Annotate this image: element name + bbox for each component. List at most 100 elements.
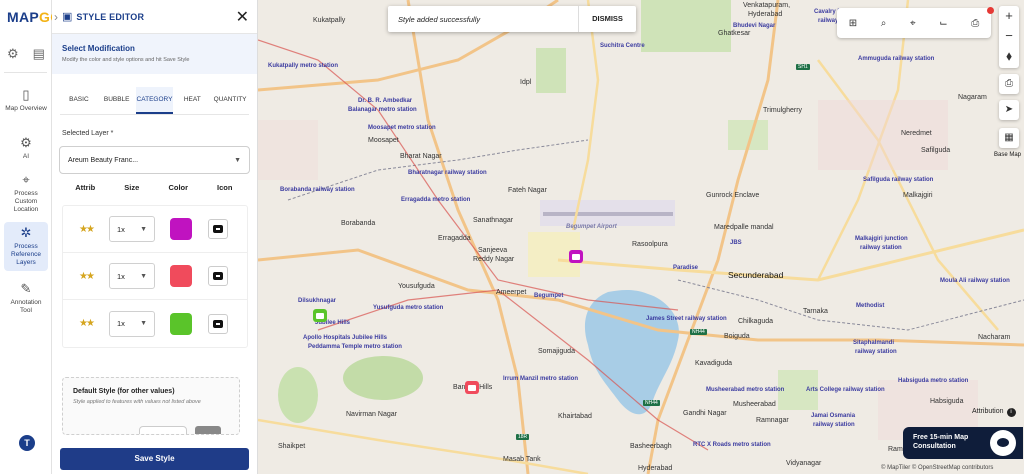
- rail-item-map-overview[interactable]: ▯ Map Overview: [4, 88, 48, 113]
- size-select[interactable]: 1x ▼: [109, 310, 155, 337]
- map-station-label: JBS: [730, 240, 742, 246]
- size-select[interactable]: 1x ▼: [109, 216, 155, 242]
- attribution[interactable]: Attribution i: [972, 408, 1016, 417]
- location-pin-icon: ⌖: [22, 172, 30, 187]
- tab-quantity[interactable]: QUANTITY: [211, 87, 249, 114]
- default-style-box: Default Style (for other values) Style a…: [62, 377, 240, 435]
- map-place-label: Nacharam: [978, 334, 1011, 341]
- basemap-button[interactable]: ▦: [999, 128, 1019, 148]
- size-value: 1x: [117, 224, 125, 234]
- map-station-label: Dr. B. R. Ambedkar: [358, 98, 413, 104]
- map-station-label: Irrum Manzil metro station: [503, 376, 579, 382]
- color-swatch[interactable]: [170, 312, 192, 335]
- close-icon[interactable]: ✕: [236, 7, 249, 27]
- chevron-right-icon[interactable]: ›: [54, 10, 58, 24]
- store-marker-icon[interactable]: [313, 309, 327, 322]
- map-place-label: Malkajgiri: [903, 192, 933, 199]
- map-place-label: Rasoolpura: [632, 241, 668, 248]
- modification-box: Select Modification Modify the color and…: [52, 34, 257, 74]
- map-place-label: Borabanda: [341, 220, 376, 227]
- zoom-in-button[interactable]: +: [999, 6, 1019, 26]
- map-place-label: Fateh Nagar: [508, 187, 547, 194]
- store-icon[interactable]: [208, 313, 228, 334]
- rail-item-ai[interactable]: ⚙ AI: [4, 136, 48, 161]
- map-station-label: Ammuguda railway station: [858, 56, 935, 62]
- map-credit: © MapTiler © OpenStreetMap contributors: [881, 465, 994, 471]
- map-place-label: Sanathnagar: [473, 217, 514, 224]
- map-place-label: Tarnaka: [803, 308, 828, 315]
- map-station-label: Bhudevi Nagar: [733, 23, 776, 29]
- tab-bubble[interactable]: BUBBLE: [98, 87, 136, 114]
- zoom-out-button[interactable]: −: [999, 26, 1019, 46]
- default-size-select[interactable]: [139, 426, 187, 434]
- map-layers-icon[interactable]: ⊞: [849, 18, 857, 29]
- tab-category[interactable]: CATEGORY: [135, 87, 174, 114]
- panel-title: STYLE EDITOR: [76, 11, 145, 22]
- default-color-swatch[interactable]: [195, 426, 221, 434]
- map-canvas[interactable]: Kukatpally Moosapet Bharat Nagar Fateh Naga…: [258, 0, 1024, 474]
- map-place-label: Secunderabad: [728, 270, 784, 280]
- location-icon[interactable]: ⌖: [910, 18, 916, 29]
- map-place-label: Boiguda: [724, 333, 750, 340]
- map-station-label: railway station: [855, 349, 897, 355]
- store-marker-icon[interactable]: [569, 250, 583, 263]
- size-select[interactable]: 1x ▼: [109, 263, 155, 289]
- map-place-label: Nagaram: [958, 94, 987, 101]
- layers-gear-icon: ✲: [20, 225, 32, 240]
- rail-item-process-reference-layers[interactable]: ✲ Process Reference Layers: [4, 222, 48, 271]
- store-marker-icon[interactable]: [465, 381, 479, 394]
- search-icon[interactable]: ⌕: [881, 18, 887, 29]
- zoom-controls: + − ⬧: [999, 6, 1019, 68]
- map-place-label: Vidyanagar: [786, 460, 822, 467]
- map-station-label: Malkajgiri junction: [855, 236, 908, 242]
- print-icon[interactable]: ⎙: [971, 18, 979, 29]
- map-place-label: Ameerpet: [496, 289, 527, 296]
- attribution-label: Attribution: [972, 408, 1004, 415]
- panel-header: › ▣ STYLE EDITOR ✕: [52, 0, 257, 34]
- map-station-label: Begumpet: [534, 293, 564, 299]
- table-row: ★★ 1x ▼: [63, 206, 247, 253]
- map-place-label: Masab Tank: [503, 456, 541, 463]
- style-tabs: BASIC BUBBLE CATEGORY HEAT QUANTITY: [60, 87, 249, 115]
- map-place-label: Chilkaguda: [738, 318, 774, 325]
- store-icon[interactable]: [208, 219, 228, 239]
- dismiss-button[interactable]: DISMISS: [578, 6, 636, 32]
- color-swatch[interactable]: [170, 218, 192, 240]
- rail-item-label: Map Overview: [5, 105, 47, 112]
- layer-select[interactable]: Areum Beauty Franc... ▼: [59, 146, 250, 174]
- store-icon[interactable]: [208, 266, 228, 286]
- notes-icon[interactable]: ▤: [33, 46, 45, 62]
- map-place-label: Venkatapuram,: [743, 2, 791, 9]
- rail-item-process-custom-location[interactable]: ⌖ Process Custom Location: [4, 173, 48, 214]
- rail-item-annotation-tool[interactable]: ✎ Annotation Tool: [4, 282, 48, 315]
- gear-icon[interactable]: ⚙: [7, 46, 19, 62]
- map-place-label: Maredpalle mandal: [714, 224, 774, 231]
- size-value: 1x: [117, 271, 125, 281]
- default-style-subtext: Style applied to features with values no…: [73, 399, 201, 405]
- map-place-label: Somajiguda: [538, 348, 575, 355]
- navigate-icon[interactable]: ➤: [999, 100, 1019, 120]
- print-button[interactable]: ⎙: [999, 74, 1019, 94]
- avatar[interactable]: T: [19, 435, 35, 451]
- map-place-label: Habsiguda: [930, 398, 964, 405]
- layer-select-value: Areum Beauty Franc...: [68, 156, 139, 164]
- save-style-button[interactable]: Save Style: [60, 448, 249, 470]
- map-place-label: Navirman Nagar: [346, 411, 397, 418]
- tab-heat[interactable]: HEAT: [173, 87, 211, 114]
- compass-icon[interactable]: ⬧: [999, 46, 1019, 66]
- book-icon: ▯: [22, 87, 30, 102]
- tab-basic[interactable]: BASIC: [60, 87, 98, 114]
- map-station-label: Apollo Hospitals Jubilee Hills: [303, 335, 388, 341]
- map-station-label: Musheerabad metro station: [706, 387, 785, 393]
- map-place-label: Bharat Nagar: [400, 153, 442, 160]
- map-station-label: Moosapet metro station: [368, 125, 436, 131]
- category-table-header: Attrib Size Color Icon: [62, 183, 248, 192]
- chevron-down-icon: ▼: [140, 272, 147, 280]
- map-station-label: Paradise: [673, 265, 699, 271]
- palette-icon: ▣: [62, 11, 73, 23]
- measure-icon[interactable]: ⌙: [939, 18, 947, 29]
- toast-notification: Style added successfully DISMISS: [388, 6, 636, 32]
- chat-icon[interactable]: [990, 430, 1016, 456]
- color-swatch[interactable]: [170, 265, 192, 287]
- map-station-label: railway station: [813, 422, 855, 428]
